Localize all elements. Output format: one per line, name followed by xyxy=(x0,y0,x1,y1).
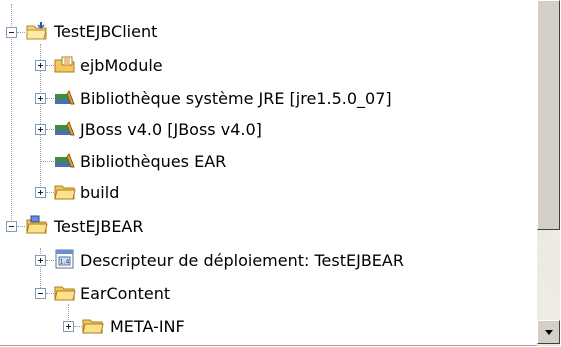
tree-item-earcontent[interactable]: EarContent xyxy=(0,279,537,309)
expand-icon[interactable] xyxy=(35,124,46,135)
tree-item-meta-inf[interactable]: META-INF xyxy=(0,312,537,342)
tree-item-ejbmodule[interactable]: ejbModule xyxy=(0,51,537,81)
tree-item-label: TestEJBClient xyxy=(54,22,158,41)
ear-project-icon xyxy=(26,215,48,234)
tree-item-label: Bibliothèques EAR xyxy=(80,152,227,171)
tree-item-label: build xyxy=(80,183,120,202)
expand-icon[interactable] xyxy=(35,255,46,266)
collapse-icon[interactable] xyxy=(6,221,17,232)
scrollbar-thumb[interactable] xyxy=(537,0,560,230)
source-folder-icon xyxy=(54,56,75,73)
tree-item-jboss-library[interactable]: JBoss v4.0 [JBoss v4.0] xyxy=(0,115,537,145)
tree-item-label: TestEJBEAR xyxy=(54,217,144,236)
library-icon xyxy=(55,152,75,168)
tree-item-jre-library[interactable]: Bibliothèque système JRE [jre1.5.0_07] xyxy=(0,84,537,114)
folder-icon xyxy=(82,319,104,334)
scrollbar-track[interactable] xyxy=(537,0,560,320)
tree-item-testejbclient[interactable]: TestEJBClient xyxy=(0,17,537,47)
vertical-scrollbar[interactable] xyxy=(537,0,560,346)
project-tree: TestEJBClient ejbModule Bibliothèque sys… xyxy=(0,0,537,346)
tree-item-deployment-descriptor[interactable]: 1.4 Descripteur de déploiement: TestEJBE… xyxy=(0,246,537,276)
library-icon xyxy=(55,89,75,105)
tree-item-label: Descripteur de déploiement: TestEJBEAR xyxy=(80,251,404,270)
svg-text:1.4: 1.4 xyxy=(60,259,70,266)
collapse-icon[interactable] xyxy=(6,27,17,38)
expand-icon[interactable] xyxy=(35,60,46,71)
tree-item-label: Bibliothèque système JRE [jre1.5.0_07] xyxy=(80,89,392,108)
scroll-down-button[interactable] xyxy=(537,320,560,344)
library-icon xyxy=(55,120,75,136)
collapse-icon[interactable] xyxy=(35,288,46,299)
deployment-descriptor-icon: 1.4 xyxy=(55,249,74,269)
folder-icon xyxy=(54,185,76,200)
tree-item-testejbear[interactable]: TestEJBEAR xyxy=(0,212,537,242)
expand-icon[interactable] xyxy=(35,93,46,104)
tree-item-label: JBoss v4.0 [JBoss v4.0] xyxy=(80,120,262,139)
tree-item-label: ejbModule xyxy=(80,56,163,75)
tree-item-label: EarContent xyxy=(80,284,171,303)
tree-item-label: META-INF xyxy=(110,317,185,336)
project-explorer: TestEJBClient ejbModule Bibliothèque sys… xyxy=(0,0,560,346)
tree-item-ear-libraries[interactable]: Bibliothèques EAR xyxy=(0,147,537,177)
expand-icon[interactable] xyxy=(63,321,74,332)
expand-icon[interactable] xyxy=(35,187,46,198)
folder-open-icon xyxy=(54,286,76,301)
project-folder-icon xyxy=(26,22,47,40)
tree-item-build[interactable]: build xyxy=(0,178,537,208)
